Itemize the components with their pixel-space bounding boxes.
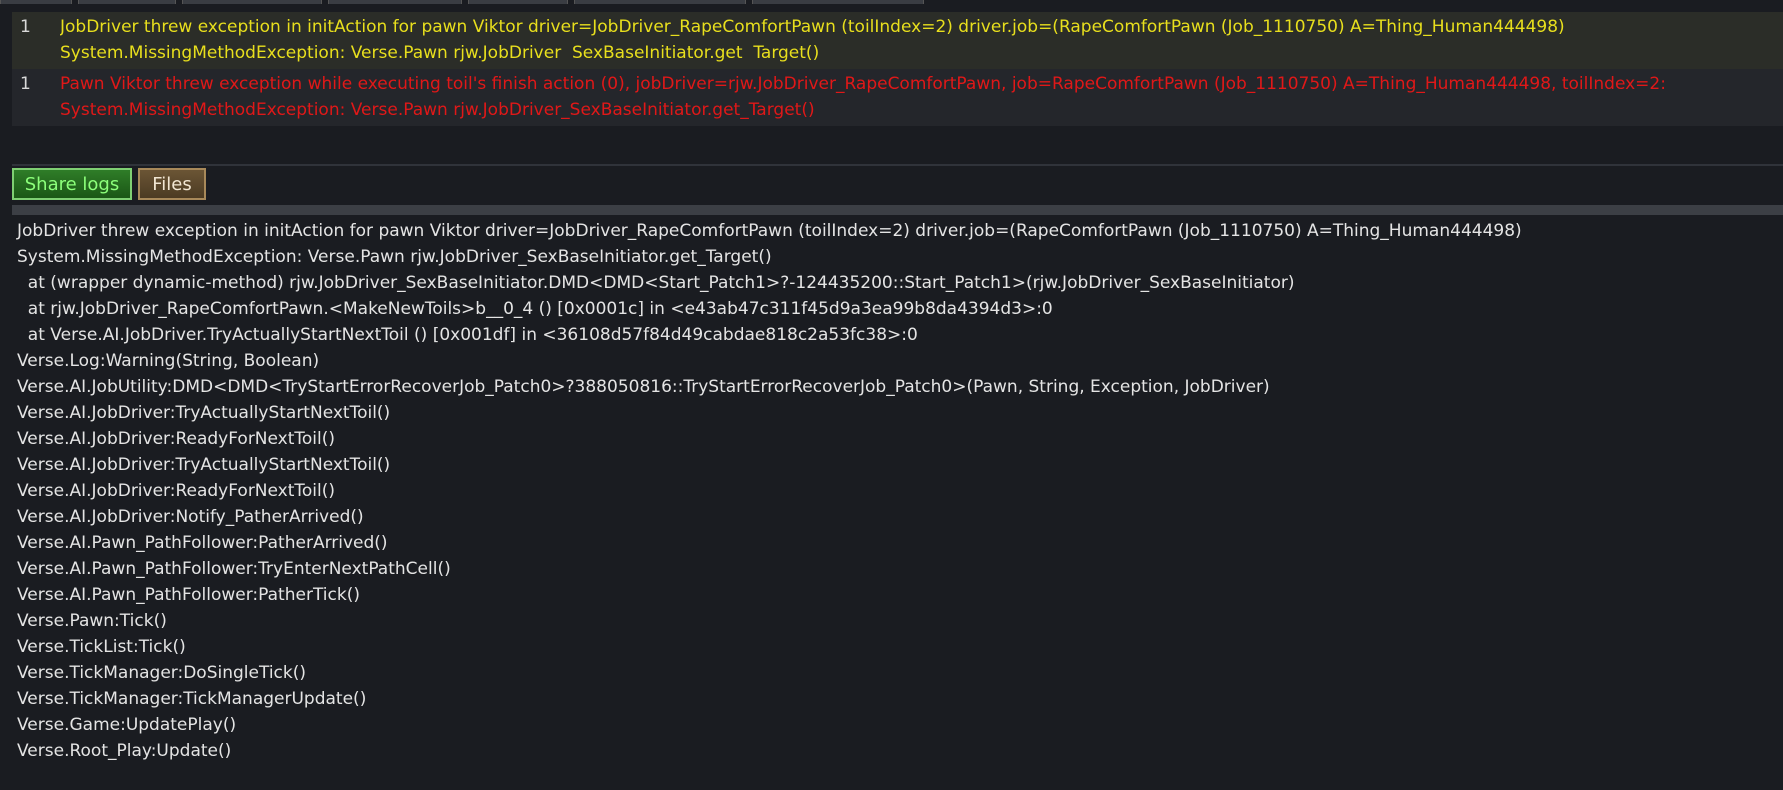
stack-trace-line: at rjw.JobDriver_RapeComfortPawn.<MakeNe… [17,299,1053,319]
log-entry-text: System.MissingMethodException: Verse.Paw… [60,43,820,63]
stack-trace-line: at (wrapper dynamic-method) rjw.JobDrive… [17,273,1295,293]
log-entry-text: JobDriver threw exception in initAction … [60,17,1565,37]
log-entry-text: Pawn Viktor threw exception while execut… [60,74,1666,94]
log-entry-error[interactable]: 1 Pawn Viktor threw exception while exec… [12,69,1783,126]
debug-log-window: 1 JobDriver threw exception in initActio… [0,0,1783,790]
stack-trace-line: Verse.Pawn:Tick() [17,611,167,631]
stack-trace-line: Verse.TickManager:DoSingleTick() [17,663,306,683]
stack-trace-line: Verse.Game:UpdatePlay() [17,715,237,735]
stack-trace-line: Verse.AI.JobDriver:TryActuallyStartNextT… [17,455,391,475]
stack-trace-line: Verse.Root_Play:Update() [17,741,232,761]
detail-pane-scrollbar[interactable] [12,205,1783,215]
stack-trace-detail: JobDriver threw exception in initAction … [17,218,1777,764]
stack-trace-line: Verse.AI.Pawn_PathFollower:PatherTick() [17,585,360,605]
top-tab[interactable] [182,0,322,4]
stack-trace-line: Verse.AI.JobDriver:TryActuallyStartNextT… [17,403,391,423]
log-actions-toolbar: Share logs Files [12,168,206,202]
stack-trace-line: JobDriver threw exception in initAction … [17,221,1522,241]
files-button[interactable]: Files [138,168,206,200]
stack-trace-line: Verse.AI.Pawn_PathFollower:PatherArrived… [17,533,388,553]
top-tab[interactable] [0,0,72,4]
top-tab[interactable] [752,0,924,4]
top-tab[interactable] [78,0,176,4]
log-entry-text: System.MissingMethodException: Verse.Paw… [60,100,815,120]
share-logs-button[interactable]: Share logs [12,168,132,200]
log-entry-count: 1 [20,17,31,37]
divider [12,164,1783,166]
top-tab-strip [0,0,1783,4]
top-tab[interactable] [574,0,746,4]
stack-trace-line: Verse.AI.JobDriver:ReadyForNextToil() [17,429,336,449]
stack-trace-line: Verse.AI.JobDriver:ReadyForNextToil() [17,481,336,501]
stack-trace-line: Verse.TickManager:TickManagerUpdate() [17,689,367,709]
log-message-list: 1 JobDriver threw exception in initActio… [12,12,1783,126]
stack-trace-line: Verse.TickList:Tick() [17,637,186,657]
stack-trace-line: Verse.Log:Warning(String, Boolean) [17,351,320,371]
stack-trace-line: Verse.AI.JobUtility:DMD<DMD<TryStartErro… [17,377,1270,397]
stack-trace-line: System.MissingMethodException: Verse.Paw… [17,247,772,267]
top-tab[interactable] [468,0,568,4]
log-entry-warning[interactable]: 1 JobDriver threw exception in initActio… [12,12,1783,69]
stack-trace-line: Verse.AI.Pawn_PathFollower:TryEnterNextP… [17,559,451,579]
log-entry-count: 1 [20,74,31,94]
top-tab[interactable] [328,0,462,4]
stack-trace-line: at Verse.AI.JobDriver.TryActuallyStartNe… [17,325,918,345]
stack-trace-line: Verse.AI.JobDriver:Notify_PatherArrived(… [17,507,364,527]
